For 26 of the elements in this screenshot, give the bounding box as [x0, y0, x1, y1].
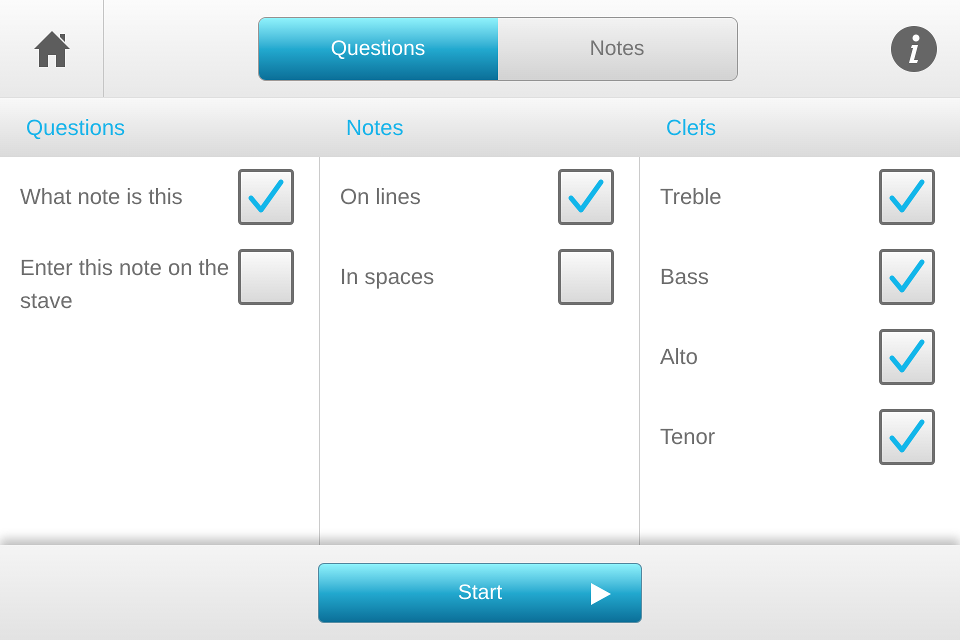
home-icon [32, 28, 72, 68]
column-heading: Notes [346, 114, 404, 142]
start-button[interactable]: Start [318, 562, 642, 622]
checkbox[interactable] [238, 169, 294, 225]
option-label: Alto [660, 343, 698, 371]
checkbox[interactable] [879, 249, 935, 305]
column-heading: Clefs [666, 114, 716, 142]
column-heading: Questions [26, 114, 126, 142]
option-label: On lines [340, 183, 421, 211]
checkbox[interactable] [879, 169, 935, 225]
info-button[interactable] [891, 26, 937, 72]
tab[interactable]: Notes [498, 18, 736, 80]
info-icon [906, 34, 922, 64]
option-label: Bass [660, 263, 709, 291]
option-label: Enter this note on the stave [20, 254, 230, 315]
checkbox[interactable] [879, 409, 935, 465]
tab[interactable]: Questions [258, 18, 498, 80]
option-label: Treble [660, 183, 722, 211]
play-icon [591, 582, 611, 604]
checkbox[interactable] [238, 249, 294, 305]
option-label: In spaces [340, 263, 434, 291]
option-label: What note is this [20, 183, 183, 211]
checkbox[interactable] [558, 169, 614, 225]
checkbox[interactable] [879, 329, 935, 385]
checkbox[interactable] [558, 249, 614, 305]
option-label: Tenor [660, 423, 716, 451]
